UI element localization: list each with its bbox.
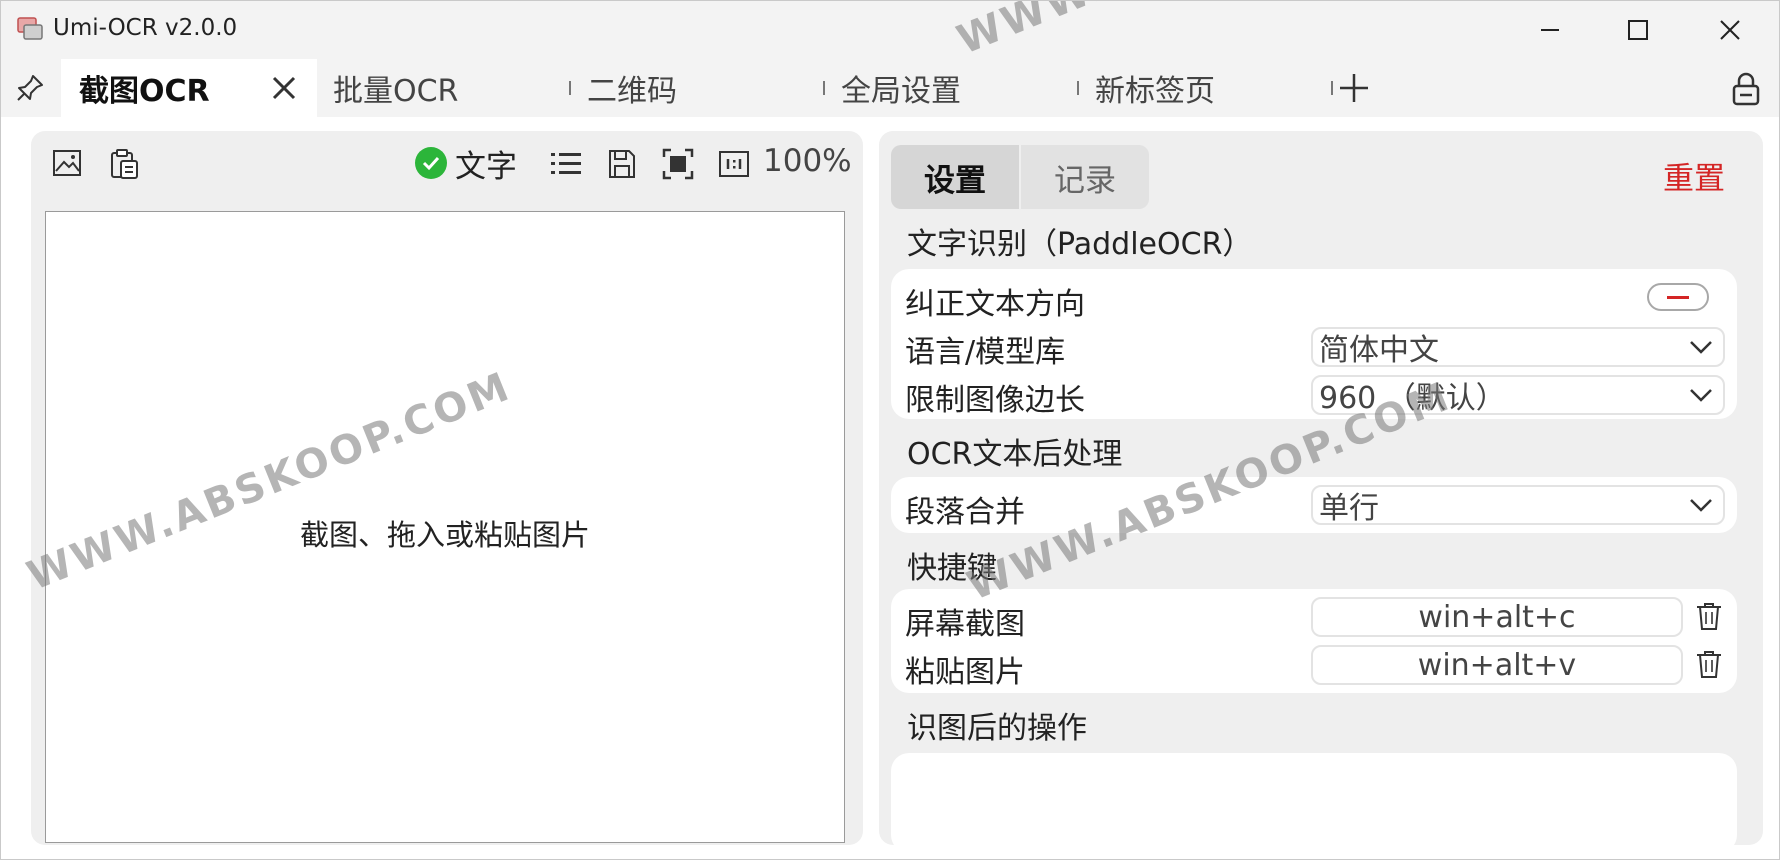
- paste-hotkey-label: 粘贴图片: [905, 655, 1025, 690]
- chevron-down-icon: [1690, 341, 1712, 354]
- text-toggle-label: 文字: [455, 148, 517, 185]
- limit-side-value: 960 （默认）: [1319, 381, 1506, 416]
- lock-icon[interactable]: [1729, 71, 1763, 107]
- maximize-icon: [1628, 20, 1648, 40]
- tab-separator: [1331, 81, 1333, 95]
- section-title-ocr: 文字识别（PaddleOCR）: [907, 227, 1253, 262]
- limit-side-label: 限制图像边长: [905, 383, 1085, 418]
- ocr-settings-card: 纠正文本方向 语言/模型库 简体中文 限制图像边长 960 （默认）: [891, 269, 1737, 419]
- language-value: 简体中文: [1319, 333, 1439, 368]
- chevron-down-icon: [1690, 499, 1712, 512]
- tab-separator: [1077, 81, 1079, 95]
- after-action-card: [891, 753, 1737, 845]
- maximize-button[interactable]: [1609, 9, 1667, 51]
- tab-bar: 截图OCR 批量OCR 二维码 全局设置 新标签页: [1, 59, 1779, 117]
- paste-hotkey-field[interactable]: win+alt+v: [1311, 645, 1683, 685]
- minimize-icon: [1541, 29, 1559, 31]
- app-logo-icon: [17, 17, 43, 40]
- tab-label: 新标签页: [1095, 74, 1215, 109]
- tab-screenshot-ocr[interactable]: 截图OCR: [61, 59, 317, 117]
- text-overlay-toggle[interactable]: 文字: [415, 143, 517, 185]
- paste-hotkey-value: win+alt+v: [1417, 647, 1577, 683]
- save-icon[interactable]: [605, 147, 639, 181]
- language-select[interactable]: 简体中文: [1311, 327, 1725, 368]
- post-process-card: 段落合并 单行: [891, 477, 1737, 533]
- image-panel: 文字 100% 截图、拖入或粘贴图片: [31, 131, 863, 845]
- switch-off-indicator: [1667, 296, 1689, 299]
- section-title-after: 识图后的操作: [907, 711, 1087, 746]
- trash-icon[interactable]: [1695, 649, 1723, 679]
- screenshot-hotkey-label: 屏幕截图: [905, 607, 1025, 642]
- tab-settings-label: 设置: [924, 162, 986, 199]
- drop-hint: 截图、拖入或粘贴图片: [299, 518, 590, 552]
- tab-new-tab[interactable]: 新标签页: [1095, 59, 1215, 117]
- tab-global-settings[interactable]: 全局设置: [841, 59, 961, 117]
- trash-icon[interactable]: [1695, 601, 1723, 631]
- tab-label: 全局设置: [841, 74, 961, 109]
- correct-direction-switch[interactable]: [1647, 283, 1709, 311]
- tab-label: 截图OCR: [79, 74, 210, 109]
- close-icon: [1720, 20, 1740, 40]
- limit-side-select[interactable]: 960 （默认）: [1311, 375, 1725, 416]
- language-label: 语言/模型库: [905, 335, 1066, 370]
- main-content: 文字 100% 截图、拖入或粘贴图片 设置 记录 重置 文字识别（PaddleO…: [1, 117, 1779, 859]
- title-bar[interactable]: Umi-OCR v2.0.0: [1, 1, 1779, 59]
- settings-panel: 设置 记录 重置 文字识别（PaddleOCR） 纠正文本方向 语言/模型库 简…: [879, 131, 1763, 845]
- correct-direction-label: 纠正文本方向: [905, 287, 1085, 322]
- tab-separator: [823, 81, 825, 95]
- merge-select[interactable]: 单行: [1311, 485, 1725, 526]
- app-window: Umi-OCR v2.0.0 截图OCR 批量OCR 二维码 全局设置 新标签页: [0, 0, 1780, 860]
- tab-records[interactable]: 记录: [1021, 145, 1149, 209]
- tab-label: 二维码: [587, 74, 677, 109]
- screenshot-icon[interactable]: [51, 147, 85, 181]
- tab-batch-ocr[interactable]: 批量OCR: [333, 59, 458, 117]
- tab-records-label: 记录: [1054, 162, 1116, 199]
- screenshot-hotkey-value: win+alt+c: [1418, 599, 1576, 635]
- minimize-button[interactable]: [1521, 9, 1579, 51]
- tab-separator: [569, 81, 571, 95]
- window-title: Umi-OCR v2.0.0: [53, 15, 238, 41]
- section-title-hotkeys: 快捷键: [907, 551, 997, 586]
- chevron-down-icon: [1690, 389, 1712, 402]
- tab-close-icon[interactable]: [269, 73, 299, 103]
- hotkey-card: 屏幕截图 win+alt+c 粘贴图片 win+alt+v: [891, 589, 1737, 693]
- paste-icon[interactable]: [107, 147, 141, 181]
- image-drop-area[interactable]: 截图、拖入或粘贴图片: [45, 211, 845, 843]
- close-button[interactable]: [1701, 9, 1759, 51]
- reset-button[interactable]: 重置: [1663, 153, 1725, 198]
- list-icon[interactable]: [549, 147, 583, 181]
- section-title-post: OCR文本后处理: [907, 437, 1123, 472]
- tab-settings[interactable]: 设置: [891, 145, 1019, 209]
- merge-value: 单行: [1319, 491, 1379, 526]
- actual-size-icon[interactable]: [717, 147, 751, 181]
- check-icon: [415, 147, 447, 179]
- tab-label: 批量OCR: [333, 74, 459, 109]
- tab-qrcode[interactable]: 二维码: [587, 59, 677, 117]
- fit-screen-icon[interactable]: [661, 147, 695, 181]
- zoom-level: 100%: [763, 143, 852, 179]
- merge-label: 段落合并: [905, 495, 1025, 530]
- screenshot-hotkey-field[interactable]: win+alt+c: [1311, 597, 1683, 637]
- add-tab-icon[interactable]: [1337, 71, 1371, 105]
- pin-icon[interactable]: [15, 73, 45, 103]
